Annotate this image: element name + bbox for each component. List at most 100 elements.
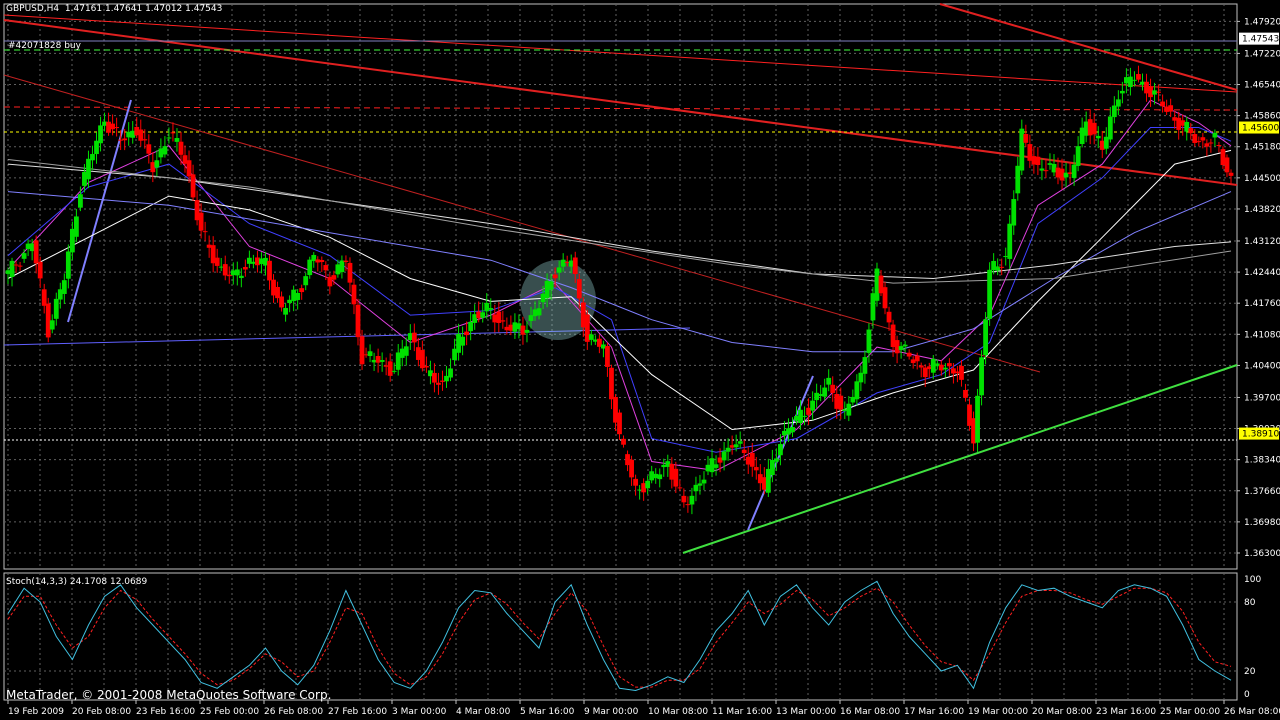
candle-body (480, 312, 486, 318)
chart-canvas[interactable]: 1.47920 1.47220 1.46540 1.45860 1.45180 1.445… (0, 0, 1280, 720)
x-axis-label: 5 Mar 16:00 (520, 707, 575, 717)
candle-body (114, 127, 120, 129)
candle-body (536, 308, 542, 316)
candle-body (609, 367, 614, 400)
candle-body (946, 363, 952, 367)
candle-body (862, 357, 868, 374)
candle-body (41, 289, 47, 306)
candle-body (53, 298, 59, 319)
candle-body (693, 484, 699, 492)
x-axis-label: 27 Feb 16:00 (328, 707, 387, 717)
candle-body (283, 308, 288, 315)
candle-body (854, 381, 860, 400)
candle-body (1212, 132, 1218, 138)
candle-body (1204, 143, 1210, 147)
x-axis-label: 19 Feb 2009 (8, 707, 64, 717)
candle-body (460, 336, 466, 346)
x-axis-label: 25 Feb 00:00 (200, 707, 259, 717)
candle-body (959, 365, 964, 380)
candle-body (21, 253, 27, 259)
candle-body (166, 137, 172, 139)
candle-body (902, 344, 908, 347)
candle-body (576, 279, 582, 299)
candle-body (1168, 105, 1174, 112)
candle-body (1007, 223, 1013, 259)
copyright-footer: MetaTrader, © 2001-2008 MetaQuotes Softw… (6, 688, 332, 702)
candle-body (323, 265, 329, 271)
stoch-panel-frame (3, 572, 1238, 701)
x-axis-label: 13 Mar 00:00 (776, 707, 836, 717)
candle-body (110, 123, 115, 130)
x-axis-label: 20 Feb 08:00 (72, 707, 131, 717)
y-axis-label: 1.43820 (1244, 205, 1280, 215)
y-axis-label: 1.40400 (1244, 361, 1280, 371)
candle-body (814, 392, 820, 401)
candle-body (826, 377, 832, 385)
candle-body (645, 480, 651, 489)
candle-body (267, 260, 272, 281)
candle-body (979, 357, 984, 396)
candle-body (898, 346, 904, 351)
candle-body (605, 346, 610, 367)
candle-body (1115, 99, 1121, 107)
candle-body (37, 261, 43, 279)
candle-body (830, 384, 836, 393)
main-panel-frame (3, 3, 1238, 570)
candle-body (198, 212, 204, 231)
candle-body (633, 478, 638, 486)
trendline-resistance-thin (3, 14, 1238, 93)
candle-body (1023, 134, 1029, 143)
candle-body (588, 334, 594, 340)
candle-body (914, 355, 920, 362)
candle-body (49, 320, 55, 330)
candle-body (983, 319, 988, 356)
candle-body (1119, 90, 1125, 94)
candle-body (484, 302, 490, 312)
candle-body (773, 458, 779, 462)
candle-body (234, 269, 240, 276)
candle-body (78, 194, 83, 208)
candle-body (560, 259, 566, 267)
candle-body (190, 174, 196, 198)
candle-body (552, 274, 558, 279)
candle-body (468, 321, 474, 332)
chart-title-readout: GBPUSD,H4 1.47161 1.47641 1.47012 1.4754… (6, 4, 222, 14)
candle-body (548, 281, 554, 290)
candle-body (681, 495, 687, 503)
candle-body (86, 158, 91, 180)
candle-body (174, 138, 180, 142)
stoch-level-label: 100 (1244, 575, 1261, 585)
candle-body (142, 139, 148, 141)
candle-body (303, 276, 309, 286)
candle-body (846, 403, 852, 416)
candle-body (275, 286, 280, 299)
x-axis-label: 10 Mar 08:00 (648, 707, 708, 717)
candle-body (331, 275, 337, 280)
candle-body (307, 259, 313, 276)
order-label[interactable]: #42071828 buy (8, 41, 81, 51)
candle-body (725, 447, 731, 452)
candle-body (572, 257, 578, 275)
candle-body (423, 366, 429, 368)
candle-body (1156, 91, 1161, 93)
y-axis-label: 1.37660 (1244, 487, 1280, 497)
candle-body (1160, 101, 1166, 107)
candle-body (1107, 116, 1113, 140)
y-axis-label: 1.47220 (1244, 49, 1280, 59)
x-axis-label: 25 Mar 00:00 (1160, 707, 1220, 717)
candle-body (1035, 156, 1041, 166)
x-axis-label: 23 Feb 16:00 (136, 707, 195, 717)
candle-body (1136, 74, 1141, 80)
x-axis-label: 20 Mar 08:00 (1032, 707, 1092, 717)
x-axis-label: 16 Mar 08:00 (840, 707, 900, 717)
x-axis-label: 3 Mar 00:00 (392, 707, 447, 717)
candle-body (753, 467, 759, 471)
candle-body (1224, 157, 1230, 173)
candle-body (673, 468, 679, 487)
candle-body (1011, 199, 1017, 226)
candle-body (9, 260, 15, 277)
candle-body (790, 427, 795, 433)
candle-body (886, 311, 892, 323)
candle-body (299, 288, 305, 293)
candle-body (222, 264, 228, 276)
